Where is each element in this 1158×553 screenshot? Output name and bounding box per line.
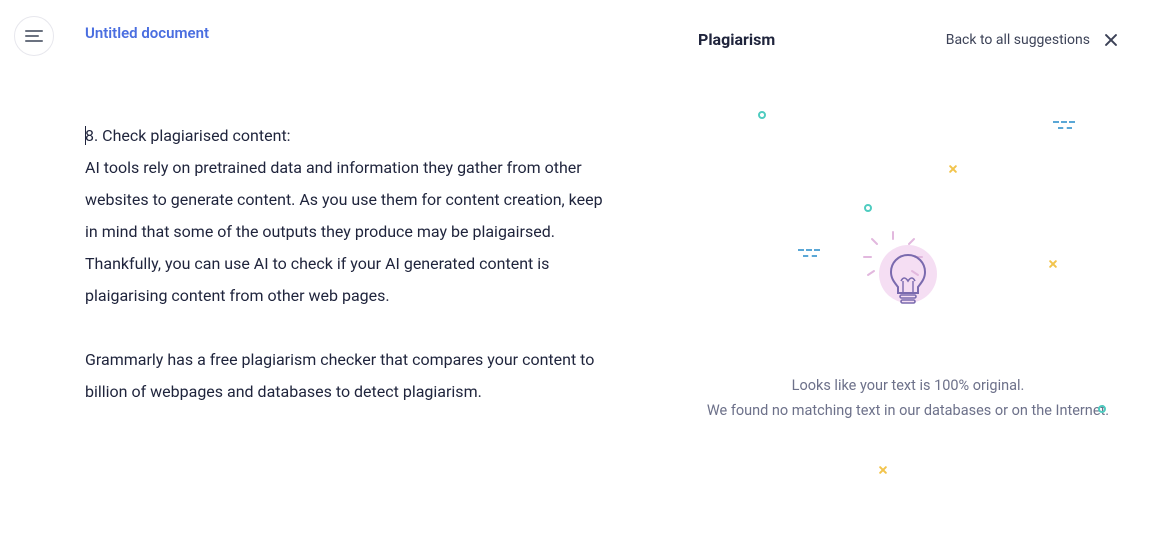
panel-title: Plagiarism [698, 30, 775, 49]
deco-circle-icon [864, 204, 872, 212]
back-to-suggestions-link[interactable]: Back to all suggestions [946, 32, 1090, 48]
deco-sparkle-icon [1048, 259, 1058, 269]
deco-sparkle-icon [878, 465, 888, 475]
plagiarism-panel: Plagiarism Back to all suggestions [678, 0, 1158, 553]
editor-paragraph-2: Grammarly has a free plagiarism checker … [85, 344, 615, 408]
deco-lines-icon [798, 249, 820, 259]
deco-lines-icon [1053, 121, 1075, 131]
editor-paragraph-1: 8. Check plagiarised content: AI tools r… [85, 126, 603, 305]
plagiarism-result: Looks like your text is 100% original. W… [698, 374, 1118, 423]
close-icon[interactable] [1104, 33, 1118, 47]
result-line-2: We found no matching text in our databas… [698, 399, 1118, 424]
result-line-1: Looks like your text is 100% original. [698, 374, 1118, 399]
editor-content[interactable]: 8. Check plagiarised content: AI tools r… [85, 120, 615, 440]
document-title[interactable]: Untitled document [85, 24, 209, 42]
deco-circle-icon [1098, 405, 1106, 413]
deco-circle-icon [758, 111, 766, 119]
deco-sparkle-icon [948, 164, 958, 174]
hamburger-icon [25, 30, 43, 42]
lightbulb-icon [873, 249, 943, 319]
menu-button[interactable] [14, 16, 54, 56]
originality-illustration [698, 89, 1118, 349]
